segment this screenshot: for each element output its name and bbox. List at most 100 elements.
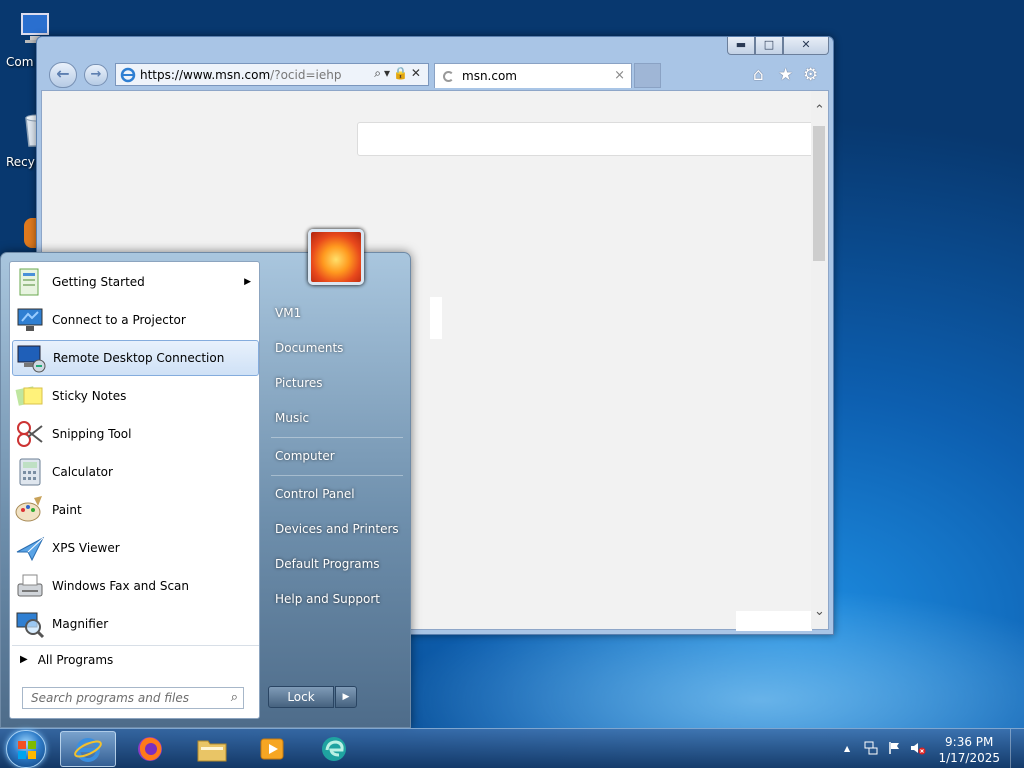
start-link-user[interactable]: VM1 [266, 298, 406, 328]
user-picture[interactable] [308, 229, 364, 285]
media-player-icon [260, 738, 284, 760]
all-programs-arrow-icon: ▶ [20, 654, 28, 665]
all-programs-button[interactable]: ▶ All Programs [12, 645, 259, 673]
system-tray: ▲ 9:36 PM 1/17/2025 [834, 729, 1024, 768]
program-label: Calculator [52, 465, 113, 479]
scroll-down-icon[interactable]: ⌄ [811, 604, 828, 619]
back-button[interactable]: ← [49, 62, 77, 88]
start-link-default-programs[interactable]: Default Programs [266, 549, 406, 579]
taskbar-internet-explorer[interactable] [60, 731, 116, 767]
show-desktop-button[interactable] [1010, 729, 1024, 768]
edge-icon [322, 737, 346, 761]
taskbar: ▲ 9:36 PM 1/17/2025 [0, 728, 1024, 768]
search-icon[interactable]: ⌕ [231, 690, 238, 705]
volume-muted-icon[interactable] [910, 741, 926, 755]
start-link-devices-printers[interactable]: Devices and Printers [266, 514, 406, 544]
program-label: Sticky Notes [52, 389, 127, 403]
taskbar-firefox[interactable] [122, 731, 178, 767]
paint-icon [15, 496, 42, 522]
scroll-up-icon[interactable]: ⌃ [811, 103, 828, 118]
xps-viewer-icon [16, 536, 45, 562]
program-label: Magnifier [52, 617, 109, 631]
all-programs-label: All Programs [37, 652, 114, 667]
vertical-scrollbar[interactable]: ⌃ ⌄ [811, 91, 828, 629]
minimize-button[interactable]: ▬ [727, 37, 755, 55]
sticky-notes-icon [15, 386, 43, 406]
address-bar[interactable]: https://www.msn.com/?ocid=iehp ⌕▾🔒✕ [115, 63, 429, 86]
url-host: https://www.msn.com [140, 67, 271, 82]
network-icon[interactable] [864, 741, 878, 755]
program-snipping-tool[interactable]: Snipping Tool [12, 416, 259, 452]
loading-icon [443, 70, 454, 82]
program-sticky-notes[interactable]: Sticky Notes [12, 378, 259, 414]
program-remote-desktop[interactable]: Remote Desktop Connection [12, 340, 259, 376]
remote-desktop-icon [17, 345, 46, 373]
ie-page-icon [120, 67, 136, 82]
fax-scan-icon [17, 574, 43, 597]
tab-msn[interactable]: msn.com × [434, 63, 632, 88]
window-controls: ▬ □ ✕ [727, 37, 829, 55]
program-getting-started[interactable]: Getting Started ▶ [12, 264, 259, 300]
start-search-input[interactable]: Search programs and files ⌕ [22, 687, 244, 709]
snipping-tool-icon [17, 421, 43, 447]
program-xps-viewer[interactable]: XPS Viewer [12, 530, 259, 566]
program-calculator[interactable]: Calculator [12, 454, 259, 490]
projector-icon [17, 308, 43, 331]
close-button[interactable]: ✕ [783, 37, 829, 55]
separator [271, 437, 403, 438]
url-path: /?ocid=iehp [270, 67, 342, 82]
start-button[interactable] [6, 730, 46, 768]
action-center-flag-icon[interactable] [888, 741, 902, 755]
maximize-button[interactable]: □ [755, 37, 783, 55]
shutdown-options-arrow-icon[interactable]: ▶ [335, 686, 357, 708]
program-magnifier[interactable]: Magnifier [12, 606, 259, 642]
program-label: Getting Started [52, 275, 145, 289]
clock-date: 1/17/2025 [938, 751, 1000, 765]
start-menu: Getting Started ▶ Connect to a Projector… [0, 229, 411, 728]
start-link-computer[interactable]: Computer [266, 441, 406, 471]
program-connect-projector[interactable]: Connect to a Projector [12, 302, 259, 338]
msn-search-box[interactable] [357, 122, 815, 156]
home-icon[interactable]: ⌂ [753, 65, 764, 85]
program-label: Snipping Tool [52, 427, 132, 441]
magnifier-icon [16, 612, 45, 639]
start-link-help-support[interactable]: Help and Support [266, 584, 406, 614]
tab-title: msn.com [462, 69, 517, 83]
separator [271, 475, 403, 476]
search-placeholder: Search programs and files [31, 691, 189, 705]
scroll-thumb[interactable] [813, 126, 825, 261]
start-link-control-panel[interactable]: Control Panel [266, 479, 406, 509]
taskbar-edge[interactable] [306, 731, 362, 767]
start-link-pictures[interactable]: Pictures [266, 368, 406, 398]
settings-gear-icon[interactable]: ⚙ [803, 65, 818, 85]
calculator-icon [19, 458, 41, 486]
forward-button[interactable]: → [84, 64, 108, 86]
new-tab-button[interactable] [634, 63, 661, 88]
content-block [736, 611, 812, 631]
clock[interactable]: 9:36 PM 1/17/2025 [938, 734, 1000, 766]
getting-started-icon [19, 268, 39, 296]
favorites-icon[interactable]: ★ [778, 65, 793, 85]
start-link-documents[interactable]: Documents [266, 333, 406, 363]
lock-button[interactable]: Lock [268, 686, 334, 708]
program-label: XPS Viewer [52, 541, 120, 555]
start-link-music[interactable]: Music [266, 403, 406, 433]
program-paint[interactable]: Paint [12, 492, 259, 528]
windows-logo-icon [18, 741, 36, 759]
address-tools-icons[interactable]: ⌕▾🔒✕ [374, 66, 424, 81]
content-block [430, 297, 442, 339]
clock-time: 9:36 PM [945, 735, 994, 749]
firefox-icon [138, 737, 162, 761]
program-label: Remote Desktop Connection [53, 351, 225, 365]
submenu-arrow-icon: ▶ [244, 277, 251, 287]
tray-chevron-icon[interactable]: ▲ [844, 744, 850, 753]
program-label: Windows Fax and Scan [52, 579, 190, 593]
taskbar-file-explorer[interactable] [184, 731, 240, 767]
taskbar-media-player[interactable] [244, 731, 300, 767]
program-windows-fax-scan[interactable]: Windows Fax and Scan [12, 568, 259, 604]
program-label: Connect to a Projector [52, 313, 186, 327]
program-label: Paint [52, 503, 82, 517]
tab-close-icon[interactable]: × [614, 68, 625, 83]
programs-pane: Getting Started ▶ Connect to a Projector… [9, 261, 260, 719]
internet-explorer-icon [74, 738, 102, 762]
